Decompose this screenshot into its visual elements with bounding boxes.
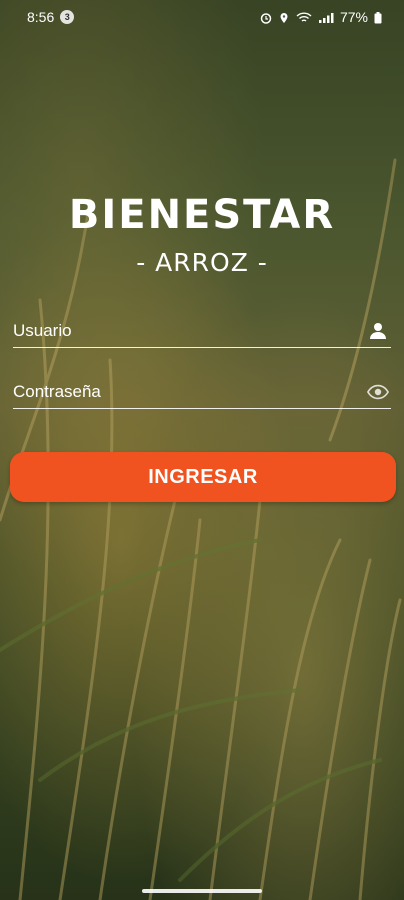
password-field[interactable] <box>13 375 391 409</box>
battery-percent: 77% <box>339 9 368 25</box>
home-indicator[interactable] <box>142 889 262 893</box>
wifi-icon <box>296 11 312 23</box>
status-bar-right: 77% <box>260 9 382 25</box>
login-screen: 8:56 3 77% BIENESTAR - ARROZ - Usuario I… <box>0 0 404 900</box>
login-button[interactable]: INGRESAR <box>10 452 396 502</box>
username-input[interactable] <box>13 320 333 341</box>
signal-icon <box>318 11 334 23</box>
status-bar-left: 8:56 3 <box>27 9 75 25</box>
clock-time: 8:56 <box>27 9 55 25</box>
status-bar: 8:56 3 77% <box>0 0 404 34</box>
background-overlay <box>0 0 404 900</box>
password-input[interactable] <box>13 381 333 402</box>
eye-icon[interactable] <box>367 381 389 403</box>
brand-subtitle: - ARROZ - <box>136 248 268 277</box>
location-icon <box>278 11 290 23</box>
person-icon <box>367 320 389 342</box>
notification-badge: 3 <box>60 10 75 24</box>
brand-title: BIENESTAR <box>68 192 336 238</box>
battery-icon <box>374 11 382 24</box>
username-field[interactable] <box>13 314 391 348</box>
alarm-icon <box>260 11 272 24</box>
